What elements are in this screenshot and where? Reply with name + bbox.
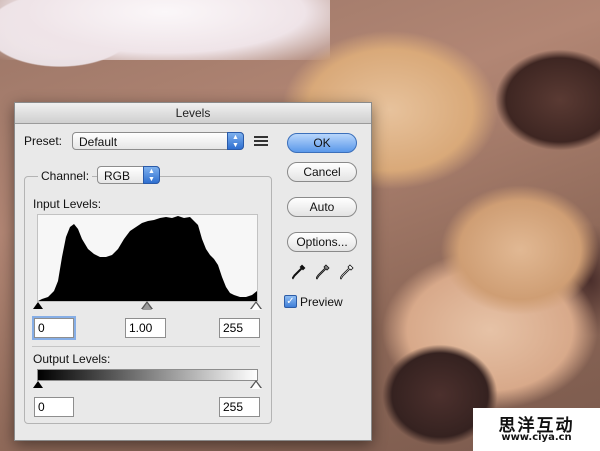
output-white-field[interactable] <box>219 397 260 417</box>
input-gamma-field[interactable] <box>125 318 166 338</box>
preset-value: Default <box>79 135 118 149</box>
channel-select[interactable]: RGB ▲ ▼ <box>97 166 160 184</box>
cancel-button[interactable]: Cancel <box>287 162 357 182</box>
select-arrows-icon: ▲ ▼ <box>143 166 160 184</box>
channel-value: RGB <box>104 169 131 183</box>
black-eyedropper-icon[interactable] <box>292 264 306 280</box>
input-levels-label: Input Levels: <box>33 197 102 211</box>
output-levels-label: Output Levels: <box>33 352 111 366</box>
select-arrows-icon: ▲ ▼ <box>227 132 244 150</box>
dialog-title: Levels <box>15 103 371 124</box>
channel-label: Channel: <box>38 169 93 183</box>
output-gradient-bar <box>37 369 258 381</box>
input-black-field[interactable] <box>34 318 74 338</box>
preview-checkbox[interactable]: ✓ <box>284 295 297 308</box>
preset-select[interactable]: Default ▲ ▼ <box>72 132 244 150</box>
ok-button[interactable]: OK <box>287 133 357 153</box>
output-black-field[interactable] <box>34 397 74 417</box>
preset-options-icon[interactable] <box>254 136 268 148</box>
input-white-field[interactable] <box>219 318 260 338</box>
histogram <box>37 214 258 302</box>
watermark: 思洋互动 www.ciya.cn <box>473 408 600 451</box>
gray-eyedropper-icon[interactable] <box>316 264 330 280</box>
preview-label: Preview <box>300 295 343 309</box>
photo-frosting <box>0 0 330 60</box>
histogram-graph <box>38 216 257 301</box>
levels-divider <box>32 346 260 347</box>
white-eyedropper-icon[interactable] <box>340 264 354 280</box>
options-button[interactable]: Options... <box>287 232 357 252</box>
auto-button[interactable]: Auto <box>287 197 357 217</box>
watermark-url: www.ciya.cn <box>501 432 572 443</box>
preset-label: Preset: <box>24 134 63 148</box>
